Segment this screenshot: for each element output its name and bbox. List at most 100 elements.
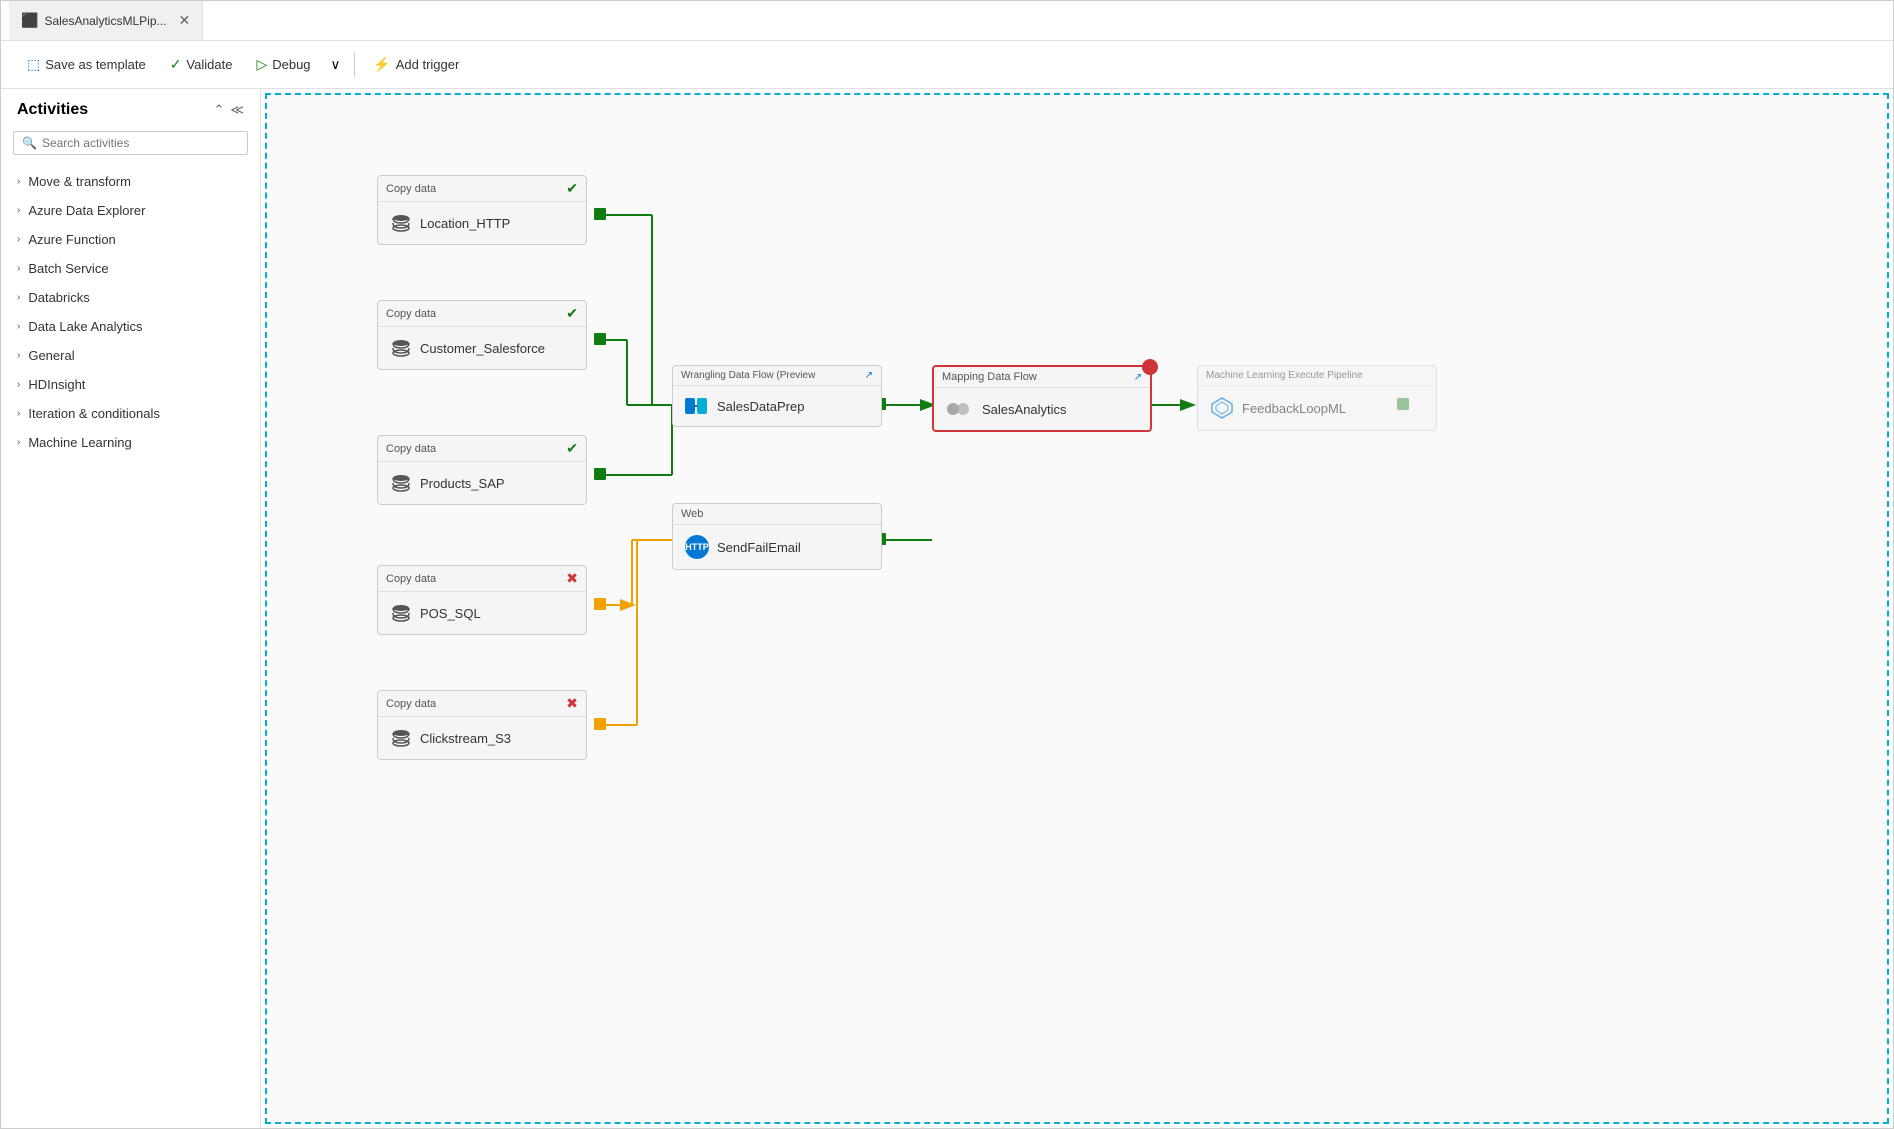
node-body-mapping: SalesAnalytics [934, 388, 1150, 430]
chevron-right-icon: › [17, 379, 20, 390]
sidebar-item-general[interactable]: › General [1, 341, 260, 370]
sidebar-item-databricks[interactable]: › Databricks [1, 283, 260, 312]
node-body-copy2: Customer_Salesforce [378, 327, 586, 369]
node-name: Products_SAP [420, 476, 505, 491]
node-header-ml: Machine Learning Execute Pipeline [1198, 366, 1436, 386]
node-name: FeedbackLoopML [1242, 401, 1346, 416]
sidebar-item-label: Azure Function [28, 232, 115, 247]
node-header-mapping: Mapping Data Flow ↗ [934, 367, 1150, 388]
sidebar-item-label: General [28, 348, 74, 363]
search-icon: 🔍 [22, 136, 37, 150]
node-body-copy4: POS_SQL [378, 592, 586, 634]
debug-icon: ▷ [256, 56, 267, 73]
node-body-web: HTTP SendFailEmail [673, 525, 881, 569]
tab-close-button[interactable]: ✕ [179, 12, 191, 29]
collapse-icon[interactable]: ⌃ [213, 102, 224, 118]
chevron-right-icon: › [17, 408, 20, 419]
tab-label: SalesAnalyticsMLPip... [44, 14, 166, 28]
node-mapping-dataflow[interactable]: Mapping Data Flow ↗ SalesAnalytics [932, 365, 1152, 432]
content-area: Activities ⌃ ≪ 🔍 › Move & transform › Az… [1, 89, 1893, 1128]
chevron-right-icon: › [17, 263, 20, 274]
tab-bar: ⬛ SalesAnalyticsMLPip... ✕ [1, 1, 1893, 41]
node-location-http[interactable]: Copy data ✔ Location_HTTP [377, 175, 587, 245]
node-wrangling-dataflow[interactable]: Wrangling Data Flow (Preview ↗ SalesData… [672, 365, 882, 427]
debug-button[interactable]: ▷ Debug [246, 51, 320, 78]
sidebar-item-machine-learning[interactable]: › Machine Learning [1, 428, 260, 457]
http-icon: HTTP [685, 535, 709, 559]
chevron-right-icon: › [17, 234, 20, 245]
external-link-icon[interactable]: ↗ [1134, 372, 1142, 383]
validate-button[interactable]: ✓ Validate [160, 51, 243, 78]
node-header-copy5: Copy data ✖ [378, 691, 586, 717]
sidebar-item-hdinsight[interactable]: › HDInsight [1, 370, 260, 399]
node-header-copy1: Copy data ✔ [378, 176, 586, 202]
app-container: ⬛ SalesAnalyticsMLPip... ✕ ⬚ Save as tem… [0, 0, 1894, 1129]
validate-icon: ✓ [170, 56, 182, 73]
sidebar-item-label: Machine Learning [28, 435, 131, 450]
node-name: Location_HTTP [420, 216, 510, 231]
chevron-down-icon: ∨ [331, 57, 341, 73]
sidebar-item-data-lake-analytics[interactable]: › Data Lake Analytics [1, 312, 260, 341]
node-clickstream-s3[interactable]: Copy data ✖ Clickstream_S3 [377, 690, 587, 760]
sidebar-item-batch-service[interactable]: › Batch Service [1, 254, 260, 283]
sidebar-item-label: Move & transform [28, 174, 131, 189]
node-header-wrangling: Wrangling Data Flow (Preview ↗ [673, 366, 881, 386]
node-machine-learning[interactable]: Machine Learning Execute Pipeline Feedba… [1197, 365, 1437, 431]
chevron-right-icon: › [17, 176, 20, 187]
database-icon [390, 472, 412, 494]
node-name: POS_SQL [420, 606, 481, 621]
ml-icon [1210, 396, 1234, 420]
sidebar-toggle-icon[interactable]: ≪ [230, 102, 244, 118]
sidebar-item-label: Azure Data Explorer [28, 203, 145, 218]
save-as-template-button[interactable]: ⬚ Save as template [17, 51, 156, 78]
sidebar-item-azure-data-explorer[interactable]: › Azure Data Explorer [1, 196, 260, 225]
node-body-copy1: Location_HTTP [378, 202, 586, 244]
node-web-send-fail-email[interactable]: Web HTTP SendFailEmail [672, 503, 882, 570]
database-icon [390, 212, 412, 234]
debug-dropdown-button[interactable]: ∨ [325, 52, 347, 78]
node-name: SalesAnalytics [982, 402, 1067, 417]
sidebar-item-label: HDInsight [28, 377, 85, 392]
node-customer-salesforce[interactable]: Copy data ✔ Customer_Salesforce [377, 300, 587, 370]
node-header-copy3: Copy data ✔ [378, 436, 586, 462]
node-header-copy4: Copy data ✖ [378, 566, 586, 592]
save-template-icon: ⬚ [27, 56, 40, 73]
error-dot [1142, 359, 1158, 375]
sidebar-item-move-transform[interactable]: › Move & transform [1, 167, 260, 196]
search-box[interactable]: 🔍 [13, 131, 248, 155]
trigger-icon: ⚡ [373, 56, 390, 73]
sidebar-item-label: Databricks [28, 290, 89, 305]
sidebar-header: Activities ⌃ ≪ [1, 101, 260, 131]
toolbar-separator [354, 53, 355, 77]
sidebar-title: Activities [17, 101, 88, 119]
node-body-ml: FeedbackLoopML [1198, 386, 1436, 430]
search-input[interactable] [42, 136, 239, 150]
sidebar-controls: ⌃ ≪ [213, 102, 244, 118]
sidebar-item-iteration-conditionals[interactable]: › Iteration & conditionals [1, 399, 260, 428]
dataflow-icon [685, 396, 709, 416]
sidebar-item-azure-function[interactable]: › Azure Function [1, 225, 260, 254]
node-body-copy3: Products_SAP [378, 462, 586, 504]
chevron-right-icon: › [17, 292, 20, 303]
node-header-copy2: Copy data ✔ [378, 301, 586, 327]
node-products-sap[interactable]: Copy data ✔ Products_SAP [377, 435, 587, 505]
node-name: Customer_Salesforce [420, 341, 545, 356]
node-name: SendFailEmail [717, 540, 801, 555]
database-icon [390, 727, 412, 749]
add-trigger-button[interactable]: ⚡ Add trigger [363, 51, 469, 78]
sidebar: Activities ⌃ ≪ 🔍 › Move & transform › Az… [1, 89, 261, 1128]
status-error-icon: ✖ [566, 570, 578, 587]
toolbar: ⬚ Save as template ✓ Validate ▷ Debug ∨ … [1, 41, 1893, 89]
pipeline-canvas[interactable]: Copy data ✔ Location_HTTP Copy data [265, 93, 1889, 1124]
status-check-icon: ✔ [566, 305, 578, 322]
sidebar-item-label: Iteration & conditionals [28, 406, 160, 421]
external-link-icon[interactable]: ↗ [865, 370, 873, 381]
tab-item[interactable]: ⬛ SalesAnalyticsMLPip... ✕ [9, 1, 203, 40]
chevron-right-icon: › [17, 321, 20, 332]
node-header-web: Web [673, 504, 881, 525]
node-pos-sql[interactable]: Copy data ✖ POS_SQL [377, 565, 587, 635]
sidebar-item-label: Data Lake Analytics [28, 319, 142, 334]
database-icon [390, 602, 412, 624]
status-check-icon: ✔ [566, 440, 578, 457]
status-check-icon: ✔ [566, 180, 578, 197]
